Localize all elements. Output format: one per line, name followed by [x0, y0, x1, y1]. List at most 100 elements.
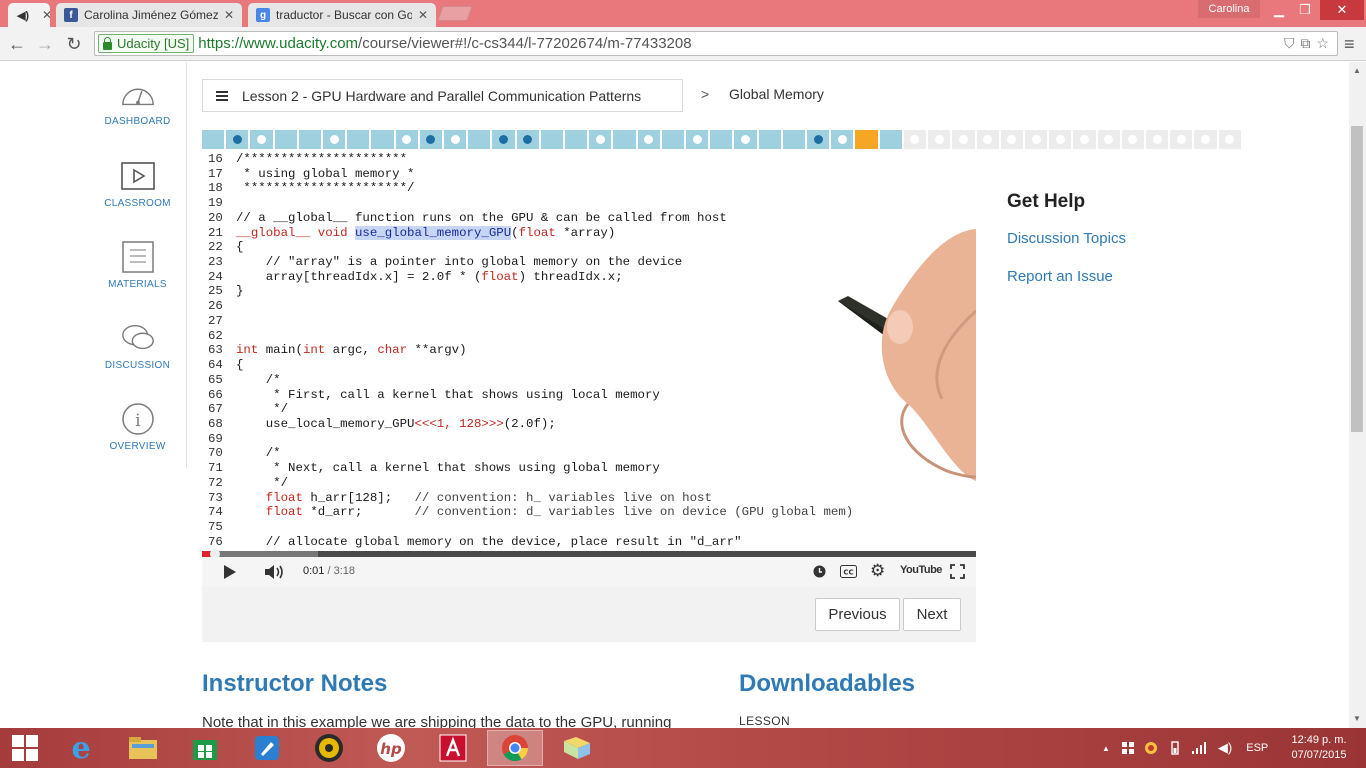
store-icon[interactable]	[177, 730, 233, 766]
progress-step[interactable]	[928, 130, 953, 149]
progress-step[interactable]	[323, 130, 348, 149]
ie-icon[interactable]: e	[53, 730, 109, 766]
progress-step[interactable]	[879, 130, 904, 149]
progress-step[interactable]	[565, 130, 590, 149]
progress-step[interactable]	[1121, 130, 1146, 149]
progress-step[interactable]	[613, 130, 638, 149]
scroll-up-icon[interactable]: ▲	[1353, 66, 1361, 75]
new-tab-button[interactable]	[437, 6, 473, 21]
progress-step[interactable]	[903, 130, 929, 149]
progress-step[interactable]	[516, 130, 541, 149]
progress-step[interactable]	[1024, 130, 1050, 149]
progress-step[interactable]	[1170, 130, 1195, 149]
menu-icon[interactable]: ≡	[1344, 34, 1355, 55]
progress-step[interactable]	[637, 130, 662, 149]
restore-icon[interactable]: ❐	[1292, 0, 1318, 20]
captions-icon[interactable]: CC	[840, 565, 857, 578]
sidebar-item-classroom[interactable]: CLASSROOM	[88, 160, 187, 209]
scroll-down-icon[interactable]: ▼	[1353, 714, 1361, 723]
url-text[interactable]: https://www.udacity.com/course/viewer#!/…	[198, 35, 691, 52]
wifi-signal-icon[interactable]	[1191, 742, 1208, 754]
rocket-icon[interactable]	[239, 730, 295, 766]
shield-icon[interactable]: ⛉	[1284, 35, 1295, 52]
progress-step[interactable]	[1000, 130, 1025, 149]
security-tray-icon[interactable]	[1144, 741, 1158, 755]
address-bar[interactable]: Udacity [US] https://www.udacity.com/cou…	[94, 31, 1338, 56]
progress-step[interactable]	[661, 130, 687, 149]
progress-step[interactable]	[202, 130, 227, 149]
progress-step[interactable]	[1049, 130, 1074, 149]
progress-step[interactable]	[540, 130, 566, 149]
progress-step[interactable]	[710, 130, 735, 149]
close-icon[interactable]: ✕	[418, 8, 428, 22]
media-icon[interactable]	[301, 730, 357, 766]
reload-icon[interactable]: ↻	[63, 33, 85, 55]
progress-step[interactable]	[782, 130, 808, 149]
tab-facebook[interactable]: f Carolina Jiménez Gómez ✕	[56, 3, 242, 27]
progress-step[interactable]	[274, 130, 299, 149]
progress-step[interactable]	[226, 130, 251, 149]
progress-step[interactable]	[395, 130, 420, 149]
settings-icon[interactable]: ⚙	[870, 561, 885, 581]
lesson-breadcrumb[interactable]: Lesson 2 - GPU Hardware and Parallel Com…	[202, 79, 683, 112]
progress-step[interactable]	[952, 130, 977, 149]
translate-icon[interactable]: ⧉	[1300, 35, 1310, 52]
page-scrollbar[interactable]: ▲ ▼	[1349, 62, 1366, 728]
sidebar-item-overview[interactable]: i OVERVIEW	[88, 403, 187, 452]
chrome-icon[interactable]	[487, 730, 543, 766]
play-icon[interactable]	[223, 565, 237, 579]
back-icon[interactable]: ←	[6, 33, 28, 55]
discussion-topics-link[interactable]: Discussion Topics	[1007, 230, 1126, 247]
report-issue-link[interactable]: Report an Issue	[1007, 268, 1113, 285]
youtube-logo-icon[interactable]: YouTube	[900, 564, 942, 576]
star-icon[interactable]: ☆	[1316, 35, 1329, 52]
progress-step[interactable]	[1194, 130, 1219, 149]
tab-udacity[interactable]: ◀) ✕	[8, 3, 50, 27]
watch-later-icon[interactable]	[813, 565, 826, 578]
sidebar-item-materials[interactable]: MATERIALS	[88, 241, 187, 290]
progress-step[interactable]	[589, 130, 614, 149]
profile-button[interactable]: Carolina	[1198, 0, 1260, 18]
close-window-icon[interactable]: ✕	[1320, 0, 1364, 20]
video-player[interactable]: 16/********************** 17 * using glob…	[202, 149, 976, 551]
progress-step[interactable]	[807, 130, 832, 149]
fullscreen-icon[interactable]	[950, 564, 965, 579]
close-icon[interactable]: ✕	[224, 8, 234, 22]
progress-step[interactable]	[347, 130, 372, 149]
progress-step[interactable]	[976, 130, 1001, 149]
progress-step[interactable]	[250, 130, 275, 149]
progress-step[interactable]	[734, 130, 759, 149]
forward-icon[interactable]: →	[34, 33, 56, 55]
progress-step[interactable]	[1145, 130, 1171, 149]
progress-step[interactable]	[686, 130, 711, 149]
scroll-thumb[interactable]	[1351, 126, 1363, 432]
volume-tray-icon[interactable]: ◀)	[1218, 740, 1232, 756]
language-indicator[interactable]: ESP	[1246, 742, 1268, 754]
progress-step[interactable]	[1218, 130, 1243, 149]
sidebar-item-discussion[interactable]: DISCUSSION	[88, 322, 187, 371]
show-hidden-icons[interactable]: ▲	[1102, 744, 1110, 753]
progress-step[interactable]	[298, 130, 324, 149]
progress-step[interactable]	[492, 130, 517, 149]
system-clock[interactable]: 12:49 p. m. 07/07/2015	[1284, 733, 1354, 763]
battery-icon[interactable]	[1168, 741, 1182, 755]
progress-step[interactable]	[419, 130, 445, 149]
close-icon[interactable]: ✕	[42, 8, 50, 22]
explorer-icon[interactable]	[115, 730, 171, 766]
volume-icon[interactable]	[264, 565, 284, 579]
progress-step[interactable]	[1097, 130, 1122, 149]
folder-icon[interactable]	[549, 730, 605, 766]
adobe-icon[interactable]	[425, 730, 481, 766]
progress-step[interactable]	[831, 130, 856, 149]
next-button[interactable]: Next	[903, 598, 961, 631]
previous-button[interactable]: Previous	[815, 598, 900, 631]
minimize-icon[interactable]: ▁	[1266, 0, 1292, 20]
progress-step[interactable]	[444, 130, 469, 149]
security-indicator[interactable]: Udacity [US]	[98, 34, 195, 53]
sidebar-item-dashboard[interactable]: DASHBOARD	[88, 78, 187, 127]
hp-icon[interactable]: hp	[363, 730, 419, 766]
windows-start-icon[interactable]	[0, 730, 50, 766]
tab-google[interactable]: g traductor - Buscar con Go ✕	[248, 3, 436, 27]
progress-step-current[interactable]	[855, 130, 880, 149]
action-center-icon[interactable]	[1121, 742, 1134, 754]
